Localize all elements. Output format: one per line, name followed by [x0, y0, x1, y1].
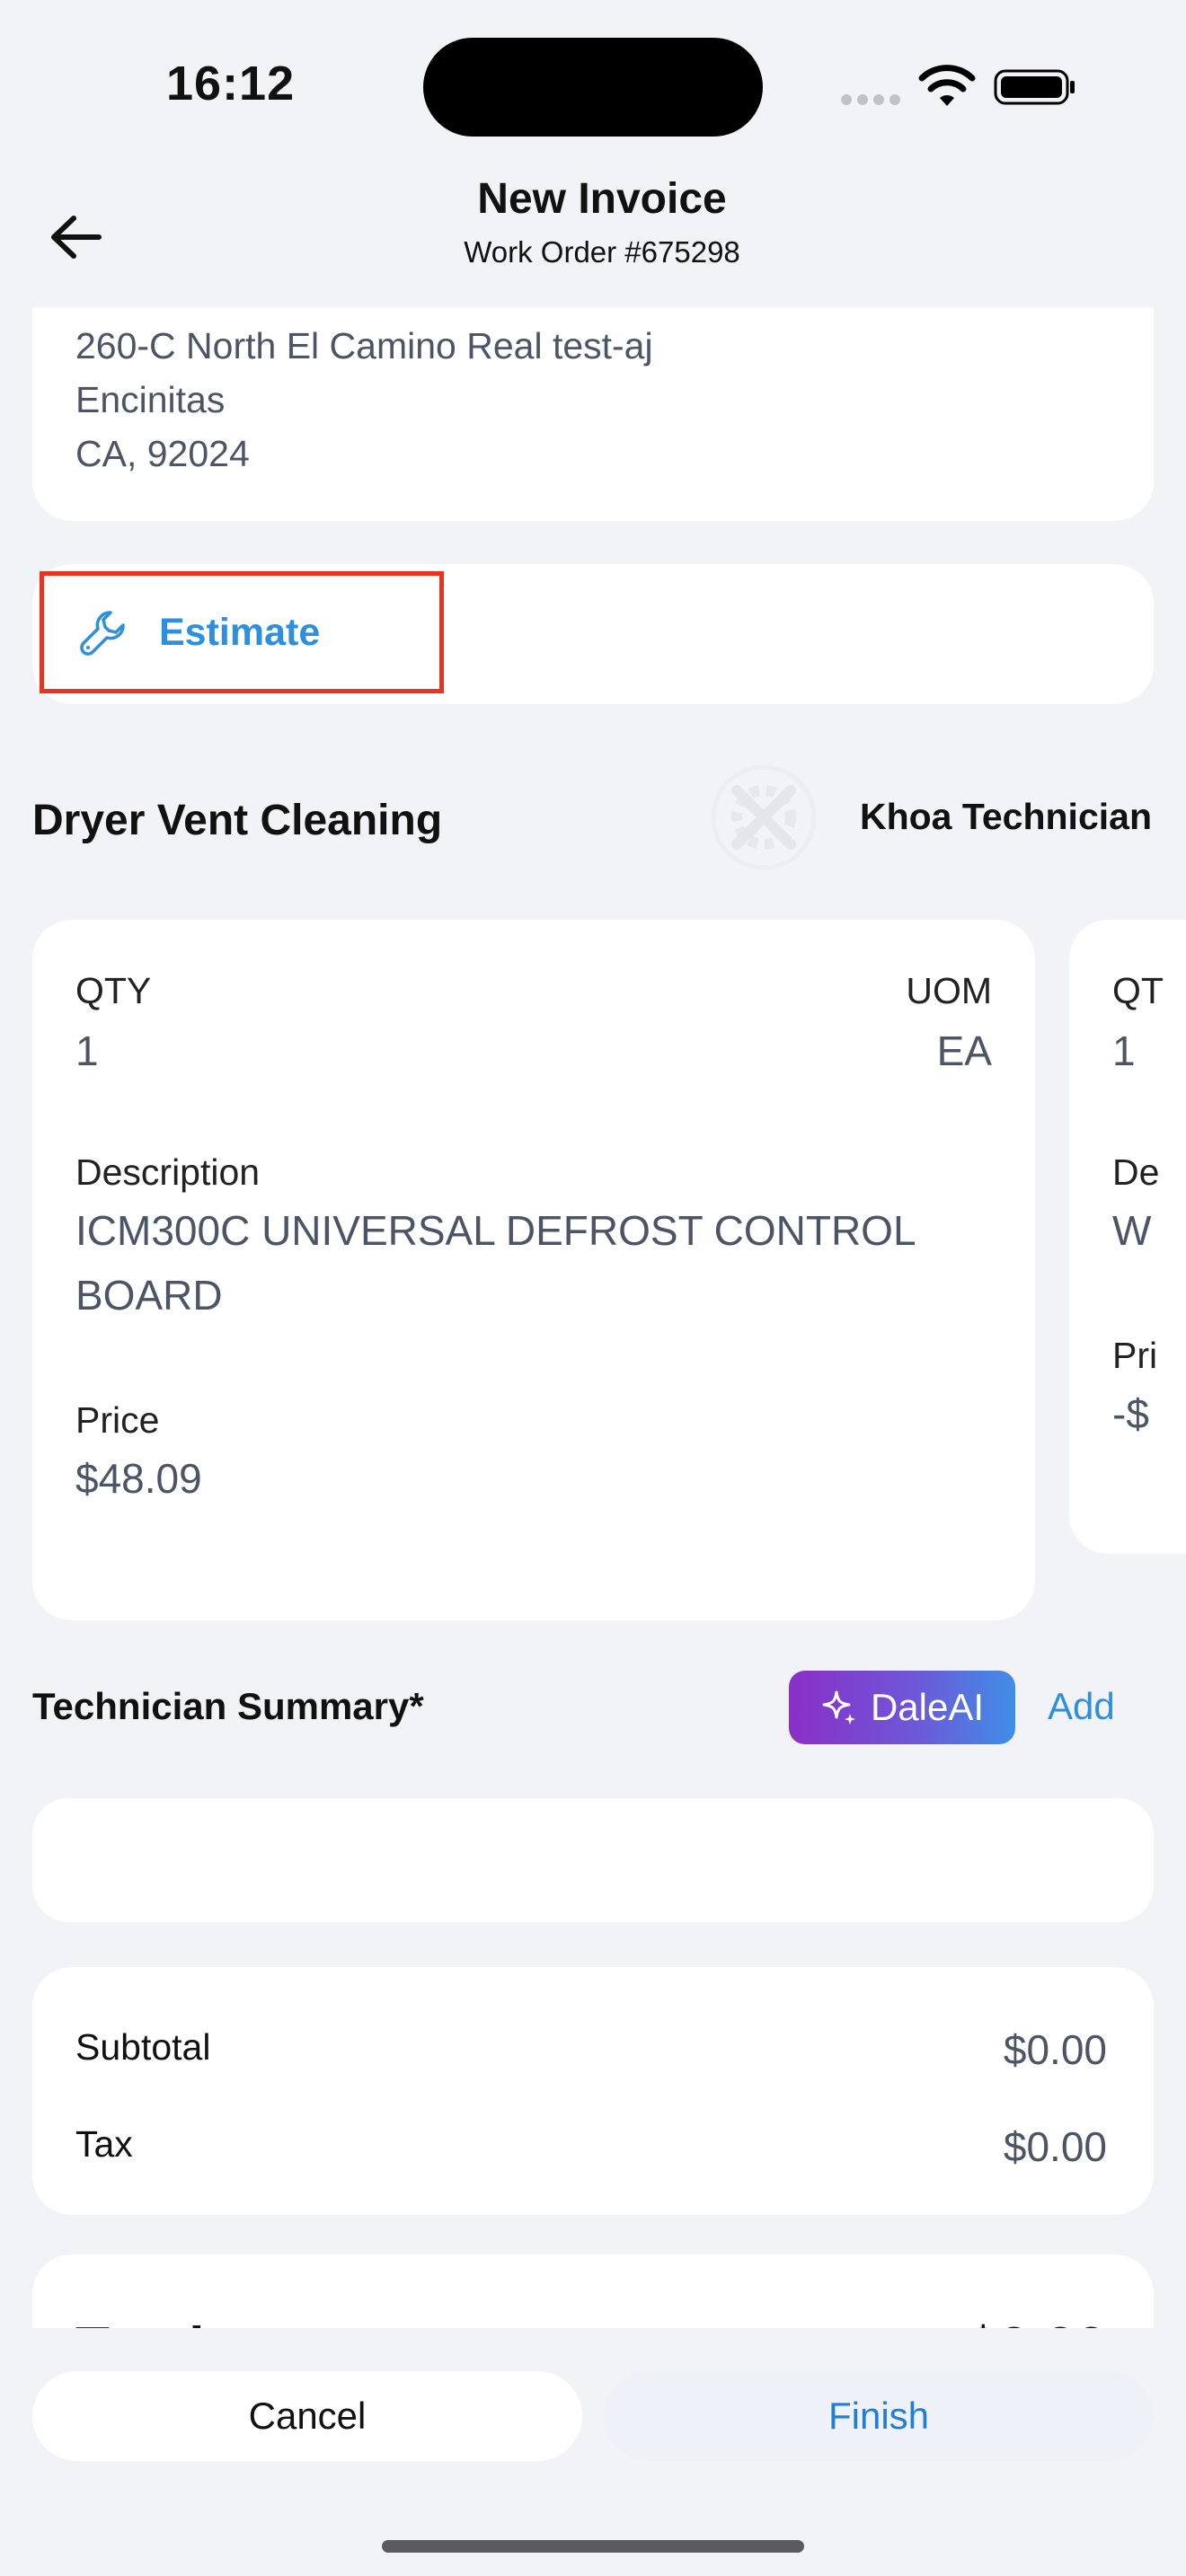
- description-label: De: [1112, 1151, 1160, 1193]
- wrench-icon: [80, 611, 125, 656]
- daleai-button[interactable]: DaleAI: [789, 1671, 1015, 1744]
- description-value: W: [1112, 1207, 1152, 1254]
- address-city: Encinitas: [75, 379, 226, 420]
- qty-label: QT: [1112, 970, 1164, 1011]
- technician-summary-input[interactable]: [32, 1798, 1154, 1922]
- footer-actions: Cancel Finish: [0, 2328, 1186, 2576]
- description-value: ICM300C UNIVERSAL DEFROST CONTROL BOARD: [75, 1207, 915, 1319]
- price-value: -$: [1112, 1390, 1149, 1437]
- price-label: Price: [75, 1399, 160, 1441]
- page-title: New Invoice: [477, 175, 727, 223]
- cancel-button[interactable]: Cancel: [32, 2371, 582, 2461]
- qty-value: 1: [1112, 1028, 1136, 1074]
- invoice-content[interactable]: 260-C North El Camino Real test-aj Encin…: [0, 307, 1186, 2328]
- cellular-signal-icon: [841, 93, 906, 110]
- work-order-number: Work Order #675298: [464, 235, 740, 269]
- subtotal-label: Subtotal: [75, 2026, 211, 2068]
- uom-value: EA: [936, 1028, 992, 1074]
- address-street: 260-C North El Camino Real test-aj: [75, 325, 653, 366]
- app-header: New Invoice Work Order #675298: [0, 171, 1186, 307]
- wifi-icon: [918, 65, 976, 106]
- service-title: Dryer Vent Cleaning: [32, 797, 443, 844]
- finish-button[interactable]: Finish: [604, 2371, 1154, 2461]
- estimate-button[interactable]: Estimate: [40, 571, 444, 693]
- line-item-card[interactable]: QTY 1 UOM EA Description ICM300C UNIVERS…: [32, 920, 1035, 1620]
- price-label: Pri: [1112, 1335, 1158, 1376]
- estimate-label: Estimate: [159, 610, 321, 654]
- estimate-card: Estimate: [32, 564, 1154, 704]
- add-summary-link[interactable]: Add: [1048, 1685, 1115, 1728]
- technician-tools-icon: [711, 764, 817, 870]
- address-state-zip: CA, 92024: [75, 433, 250, 474]
- qty-label: QTY: [75, 970, 152, 1011]
- tax-value: $0.00: [1003, 2123, 1107, 2170]
- total-label: Total: [75, 2316, 205, 2328]
- sparkle-icon: [822, 1690, 855, 1725]
- tax-label: Tax: [75, 2123, 133, 2165]
- address-card: 260-C North El Camino Real test-aj Encin…: [32, 307, 1154, 521]
- dynamic-island: [423, 38, 763, 137]
- home-indicator[interactable]: [382, 2540, 804, 2553]
- description-label: Description: [75, 1151, 261, 1193]
- total-card: Total $0.00: [32, 2254, 1154, 2328]
- daleai-label: DaleAI: [870, 1686, 985, 1728]
- qty-value: 1: [75, 1028, 99, 1074]
- technician-summary-label: Technician Summary*: [32, 1685, 424, 1727]
- battery-icon: [994, 69, 1075, 105]
- price-value: $48.09: [75, 1455, 202, 1502]
- subtotal-value: $0.00: [1003, 2026, 1107, 2073]
- status-bar: 16:12: [0, 0, 1186, 171]
- technician-name: Khoa Technician: [859, 796, 1152, 837]
- line-item-card[interactable]: QT 1 De W Pri -$: [1069, 920, 1186, 1554]
- total-value: $0.00: [968, 2316, 1107, 2328]
- uom-label: UOM: [906, 970, 992, 1011]
- totals-card: Subtotal $0.00 Tax $0.00: [32, 1967, 1154, 2215]
- status-time: 16:12: [166, 57, 296, 110]
